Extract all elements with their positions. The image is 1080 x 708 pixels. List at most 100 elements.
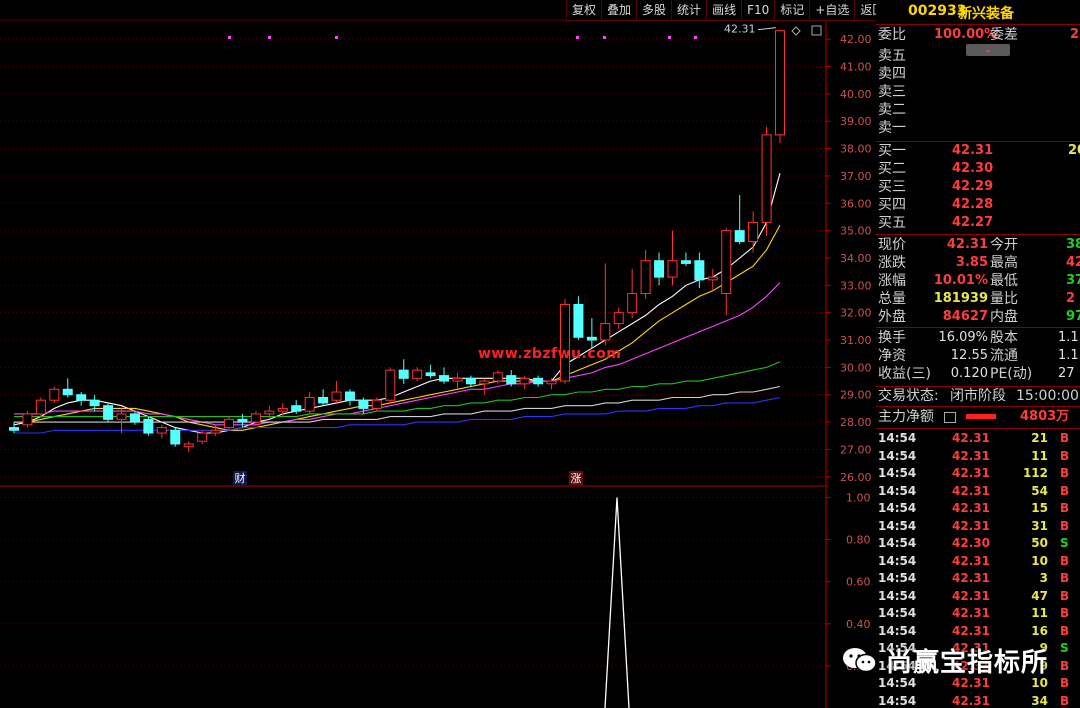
weibi-value: 100.00% [934,27,998,42]
stat-label: 量比 [990,291,1018,307]
candle-body [600,323,611,341]
tick-price: 42.31 [952,606,990,620]
y-tick-label: 36.00 [840,197,872,210]
signal-dot [576,36,579,39]
tick-time: 14:54 [878,588,917,603]
tick-time: 14:54 [878,553,917,568]
signal-dot [335,36,338,39]
stat-value: 181939 [933,291,988,306]
candle-body [358,399,369,409]
toolbar-button-4[interactable]: 画线 [706,0,742,21]
tick-volume: 112 [1022,466,1048,480]
signal-spike [604,497,630,708]
candle-body [197,432,208,442]
candle-body [170,429,181,445]
tick-volume: 50 [1031,536,1048,550]
toolbar-button-5[interactable]: F10 [741,0,775,21]
tick-time: 14:54 [878,483,917,498]
candle-body [9,427,19,431]
marker-label: 涨 [571,472,582,485]
buy-label: 买三 [878,179,906,195]
stock-name: 新兴装备 [958,6,1014,22]
tick-row: 14:54 42.31 34 B [876,693,1080,708]
buy-label: 买一 [878,143,906,159]
candle-body [559,303,570,382]
stat-row: 现价 42.31 今开 38 [876,236,1080,254]
candle-body [76,394,87,401]
sell-row: 卖四 [876,65,1080,83]
candle-body [143,418,154,434]
candle-body [210,429,221,434]
candle-body [304,396,315,412]
candle-body [412,369,423,379]
tick-volume: 31 [1031,518,1048,533]
tick-side: B [1060,518,1070,533]
y-tick-label: 27.00 [840,443,872,456]
toolbar-button-7[interactable]: +自选 [809,0,855,21]
candle-body [573,303,584,338]
buy-price: 42.29 [952,179,994,194]
toolbar-button-1[interactable]: 叠加 [601,0,637,21]
tick-time: 14:54 [878,501,917,515]
stat-row: 涨跌 3.85 最高 42 [876,254,1080,272]
toolbar-button-2[interactable]: 多股 [636,0,672,21]
candle-body [694,260,705,281]
stat-value: 37 [1066,273,1080,288]
brand-text: 尚赢宝指标所 [886,647,1049,678]
buy-row: 买三 42.29 [876,178,1080,196]
weibi-row: 委比 100.00% 委差 23 [876,26,1080,44]
tick-volume: 11 [1031,448,1048,463]
y-tick-label: 39.00 [840,115,872,128]
tick-side: B [1060,658,1070,673]
buy-label: 买二 [878,161,906,177]
tick-side: B [1060,431,1070,445]
tick-row: 14:54 42.31 15 B [876,500,1080,517]
candle-body [116,413,127,420]
candle-body [640,260,651,295]
tick-side: B [1060,448,1070,463]
tick-time: 14:54 [878,431,917,445]
buy-row: 买一 42.31 20 [876,142,1080,160]
toolbar-button-3[interactable]: 统计 [671,0,707,21]
stat-label: 股本 [990,330,1018,346]
toolbar-button-0[interactable]: 复权 [566,0,602,21]
sell-label: 卖四 [878,66,906,82]
candle-body [519,377,530,385]
table-icon[interactable] [944,412,956,423]
candlestick-chart[interactable]: 42.00 41.00 40.00 39.00 38.00 37.00 36.00 35.00… [0,0,876,708]
candle-body [277,407,288,412]
buy-label: 买四 [878,197,906,213]
tick-side: B [1060,606,1070,620]
candle-body [734,230,745,243]
y-tick-label: 29.00 [840,389,872,402]
toolbar-button-6[interactable]: 标记 [774,0,810,21]
candle-body [721,230,732,295]
tick-volume: 16 [1031,623,1048,638]
candle-body [35,399,46,415]
quote-panel: 002933 新兴装备 委比 100.00% 委差 23 ⌄ 卖五卖四卖三卖二卖… [876,0,1080,708]
candle-body [533,377,544,385]
stat-label: 净资 [878,348,906,364]
tick-side: B [1060,571,1070,585]
candle-body [667,260,678,278]
stat-label: 外盘 [878,309,906,325]
tick-row: 14:54 42.30 50 S [876,535,1080,552]
tick-time: 14:54 [878,536,917,550]
y-tick-label: 41.00 [840,61,872,74]
last-price-arrow [757,27,777,31]
buy-row: 买二 42.30 [876,160,1080,178]
stat-value: 84627 [942,309,988,324]
candle-body [264,410,275,415]
stat-value: 38 [1066,237,1080,252]
stat-value: 12.55 [950,348,988,363]
sell-label: 卖三 [878,84,906,100]
candle-body [452,377,463,382]
weicha-label: 委差 [990,27,1018,43]
candle-body [291,405,302,412]
tick-price: 42.31 [952,518,990,533]
tick-row: 14:54 42.31 11 B [876,605,1080,622]
tick-volume: 54 [1031,483,1048,498]
candle-body [156,427,167,434]
candle-body [654,260,665,278]
stat-label: 收益(三) [878,366,931,382]
